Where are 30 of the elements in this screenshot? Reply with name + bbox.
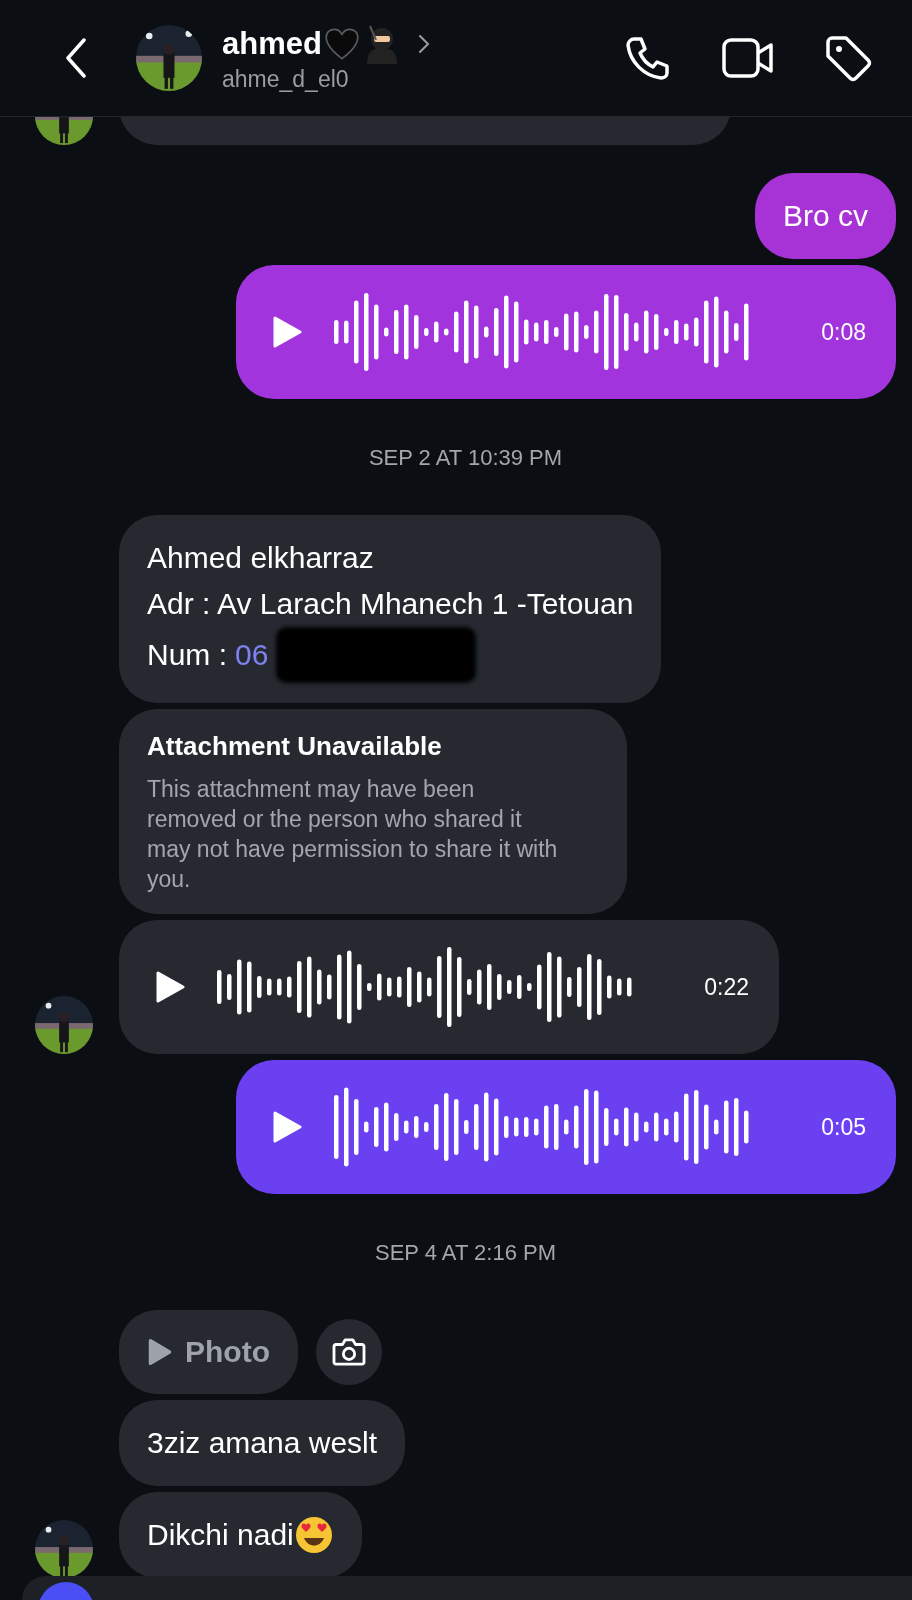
- duration: 0:08: [821, 318, 866, 346]
- tag-icon[interactable]: [824, 34, 872, 82]
- composer-bar[interactable]: [22, 1576, 912, 1600]
- username: ahme_d_el0: [222, 65, 350, 93]
- message-text: Bro cv: [782, 198, 868, 234]
- phone-link[interactable]: 06: [235, 632, 269, 678]
- message-text: Ahmed elkharraz: [147, 541, 374, 574]
- play-icon[interactable]: [155, 970, 185, 1004]
- camera-icon: [332, 1337, 366, 1367]
- timestamp: SEP 2 AT 10:39 PM: [367, 445, 564, 471]
- voice-message[interactable]: 0:08: [236, 265, 896, 399]
- attachment-title: Attachment Unavailable: [147, 731, 443, 762]
- message-text: Dikchi nadi: [147, 1517, 294, 1553]
- play-icon: [147, 1337, 173, 1367]
- duration: 0:05: [821, 1113, 866, 1141]
- attachment-notice: This attachment may have been removed or the person who shared it may not have permission to share it with you.: [147, 775, 559, 894]
- back-icon[interactable]: [64, 38, 88, 78]
- voice-message[interactable]: 0:05: [236, 1060, 896, 1194]
- heart-icon: [323, 26, 360, 61]
- message-text: Num :: [147, 637, 227, 673]
- photo-message[interactable]: Photo: [119, 1310, 298, 1394]
- chevron-right-icon[interactable]: [417, 33, 430, 54]
- phone-icon[interactable]: [624, 34, 672, 82]
- voice-message[interactable]: 0:22: [119, 920, 779, 1054]
- video-call-icon[interactable]: [722, 36, 774, 80]
- message-text: Adr : Av Larach Mhanech 1 -Tetouan: [147, 587, 634, 620]
- message-text: 3ziz amana weslt: [147, 1425, 378, 1461]
- duration: 0:22: [704, 973, 749, 1001]
- timestamp: SEP 4 AT 2:16 PM: [374, 1240, 557, 1266]
- contact-name[interactable]: ahmed: [222, 25, 322, 62]
